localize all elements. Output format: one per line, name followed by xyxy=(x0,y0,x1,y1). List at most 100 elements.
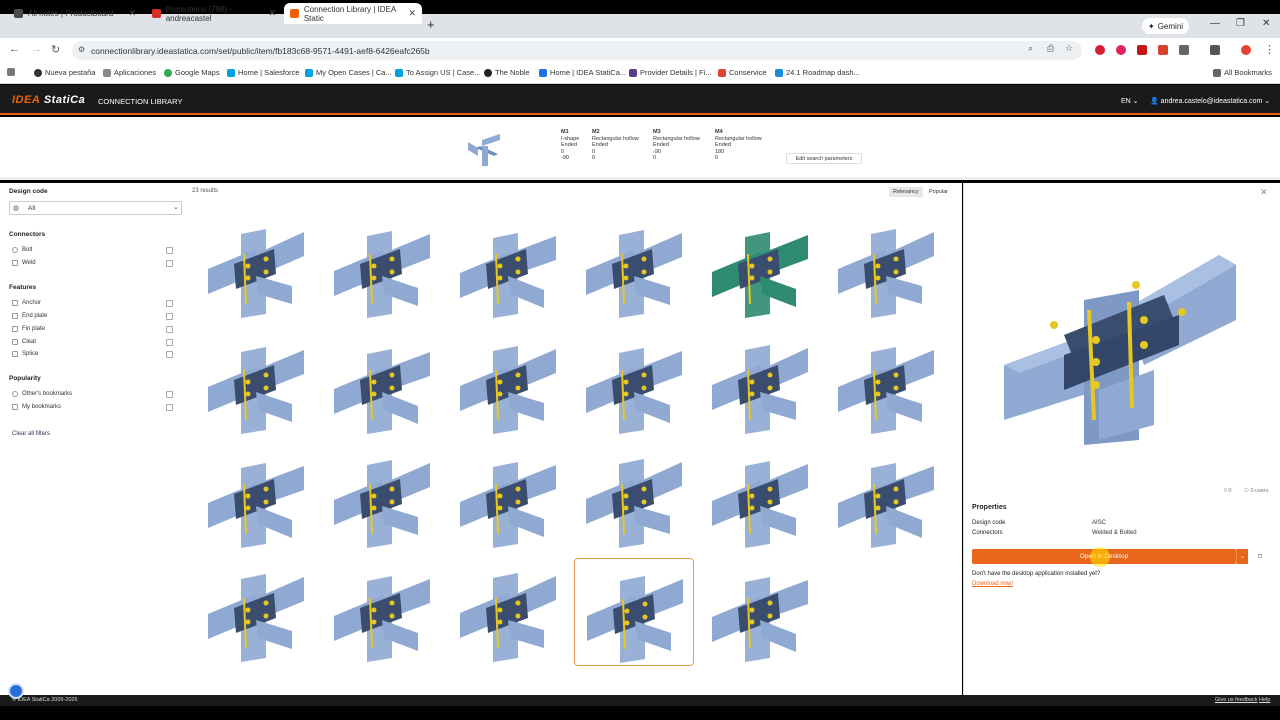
url-text[interactable]: connectionlibrary.ideastatica.com/set/pu… xyxy=(91,46,430,56)
more-menu-icon[interactable]: ⋮ xyxy=(1264,43,1275,56)
result-card[interactable] xyxy=(826,330,946,438)
my-bookmarks-checkbox[interactable] xyxy=(166,404,173,411)
reload-icon[interactable]: ↻ xyxy=(51,43,60,56)
browser-tab-productboard[interactable]: All notes | Productboard ✕ xyxy=(8,3,142,24)
fin-plate-checkbox[interactable] xyxy=(166,326,173,333)
close-tab-icon[interactable]: ✕ xyxy=(268,8,276,19)
end-plate-checkbox[interactable] xyxy=(166,313,173,320)
browser-tab-gmail[interactable]: Promotions (798) - andreacastel ✕ xyxy=(146,3,282,24)
result-card[interactable] xyxy=(700,444,820,552)
result-card[interactable] xyxy=(826,444,946,552)
bookmark-1[interactable]: Aplicaciones xyxy=(103,68,156,77)
result-card[interactable] xyxy=(322,330,442,438)
sidepanel-icon[interactable] xyxy=(1210,45,1220,55)
forward-icon[interactable]: → xyxy=(31,43,42,55)
result-card[interactable] xyxy=(826,214,946,322)
end-plate-icon xyxy=(12,313,18,319)
result-card[interactable] xyxy=(700,558,820,666)
connection-thumbnail-icon xyxy=(208,229,304,318)
bookmark-8[interactable]: Provider Details | Fi... xyxy=(629,68,712,77)
result-card[interactable] xyxy=(574,330,694,438)
bookmark-icon[interactable]: ⌑ xyxy=(1258,552,1262,561)
bookmark-2[interactable]: Google Maps xyxy=(164,68,220,77)
idea-statica-logo[interactable]: IDEA StatiCa xyxy=(12,94,85,106)
download-now-link[interactable]: Download now! xyxy=(972,581,1013,587)
open-options-chevron-icon[interactable]: ⌄ xyxy=(1236,549,1248,564)
gemini-button[interactable]: ✦ Gemini xyxy=(1142,18,1190,34)
filter-anchor: Anchor xyxy=(12,300,41,306)
close-tab-icon[interactable]: ✕ xyxy=(128,8,136,19)
result-card[interactable] xyxy=(322,214,442,322)
user-menu[interactable]: 👤 andrea.castelo@ideastatica.com ⌄ xyxy=(1150,97,1270,105)
bookmark-6[interactable]: The Noble xyxy=(484,68,530,77)
site-info-icon[interactable]: ⚙ xyxy=(78,45,85,54)
users-count: ⚇ 0 users xyxy=(1244,488,1269,494)
extension-icon-1[interactable] xyxy=(1095,45,1105,55)
result-card[interactable] xyxy=(574,444,694,552)
accessibility-icon[interactable] xyxy=(8,683,24,699)
bookmark-5[interactable]: To Assign US | Case... xyxy=(395,68,480,77)
help-link[interactable]: Help xyxy=(1259,697,1270,703)
result-card[interactable] xyxy=(448,214,568,322)
param-m4: M4 Rectangular hollow Ended 180 0 xyxy=(715,129,762,161)
extension-icon-3[interactable] xyxy=(1158,45,1168,55)
close-panel-icon[interactable]: ✕ xyxy=(1260,187,1268,198)
bottom-black-bar xyxy=(0,706,1280,720)
result-card[interactable] xyxy=(700,330,820,438)
splice-checkbox[interactable] xyxy=(166,351,173,358)
profile-avatar[interactable] xyxy=(1241,45,1251,55)
give-feedback-link[interactable]: Give us feedback xyxy=(1215,697,1258,703)
apps-grid-icon[interactable] xyxy=(7,68,15,76)
result-card[interactable] xyxy=(574,558,694,666)
productboard-icon xyxy=(14,9,23,18)
result-card[interactable] xyxy=(196,444,316,552)
minimize-icon[interactable]: — xyxy=(1210,18,1220,29)
connection-thumbnail-icon xyxy=(712,577,808,662)
bookmark-7[interactable]: Home | IDEA StatiCa... xyxy=(539,68,626,77)
result-card[interactable] xyxy=(448,330,568,438)
result-card[interactable] xyxy=(448,444,568,552)
result-card[interactable] xyxy=(196,214,316,322)
close-window-icon[interactable]: ✕ xyxy=(1262,18,1270,29)
browser-tab-connection-library[interactable]: Connection Library | IDEA Static ✕ xyxy=(284,3,422,24)
zoom-icon[interactable]: ⌕ xyxy=(1028,43,1033,54)
maximize-icon[interactable]: ❐ xyxy=(1236,18,1245,29)
bookmark-4[interactable]: My Open Cases | Ca... xyxy=(305,68,392,77)
cleat-checkbox[interactable] xyxy=(166,339,173,346)
bookmark-9[interactable]: Conservice xyxy=(718,68,767,77)
bookmark-3[interactable]: Home | Salesforce xyxy=(227,68,300,77)
connection-thumbnail-icon xyxy=(460,573,556,662)
connectors-heading: Connectors xyxy=(9,231,46,238)
result-card[interactable] xyxy=(196,330,316,438)
result-card[interactable] xyxy=(322,558,442,666)
language-select[interactable]: EN ⌄ xyxy=(1121,97,1139,105)
result-card[interactable] xyxy=(196,558,316,666)
bolt-checkbox[interactable] xyxy=(166,247,173,254)
connection-thumbnail-icon xyxy=(460,233,556,318)
result-card[interactable] xyxy=(322,444,442,552)
weld-checkbox[interactable] xyxy=(166,260,173,267)
extension-icon-2[interactable] xyxy=(1116,45,1126,55)
clear-all-filters-link[interactable]: Clear all filters xyxy=(12,431,50,437)
result-card[interactable] xyxy=(574,214,694,322)
sort-relevancy-button[interactable]: Relevancy xyxy=(889,187,923,197)
result-card[interactable] xyxy=(448,558,568,666)
anchor-icon xyxy=(12,300,18,306)
bookmark-0[interactable]: Nueva pestaña xyxy=(34,68,95,77)
bookmark-10[interactable]: 24.1 Roadmap dash... xyxy=(775,68,860,77)
all-bookmarks[interactable]: All Bookmarks xyxy=(1213,68,1272,77)
back-icon[interactable]: ← xyxy=(9,43,20,55)
cast-icon[interactable]: ⎙ xyxy=(1047,43,1054,54)
pdf-icon[interactable] xyxy=(1137,45,1147,55)
close-tab-icon[interactable]: ✕ xyxy=(408,8,416,19)
sort-popular-button[interactable]: Popular xyxy=(925,187,952,197)
result-card[interactable] xyxy=(700,214,820,322)
connection-thumbnail-icon xyxy=(712,461,808,548)
design-code-select[interactable]: All xyxy=(9,201,182,215)
star-icon[interactable]: ☆ xyxy=(1065,43,1073,54)
puzzle-icon[interactable] xyxy=(1179,45,1189,55)
new-tab-icon[interactable]: + xyxy=(427,17,435,32)
edit-search-parameters-button[interactable]: Edit search parameters xyxy=(786,153,862,164)
others-bookmarks-checkbox[interactable] xyxy=(166,391,173,398)
anchor-checkbox[interactable] xyxy=(166,300,173,307)
